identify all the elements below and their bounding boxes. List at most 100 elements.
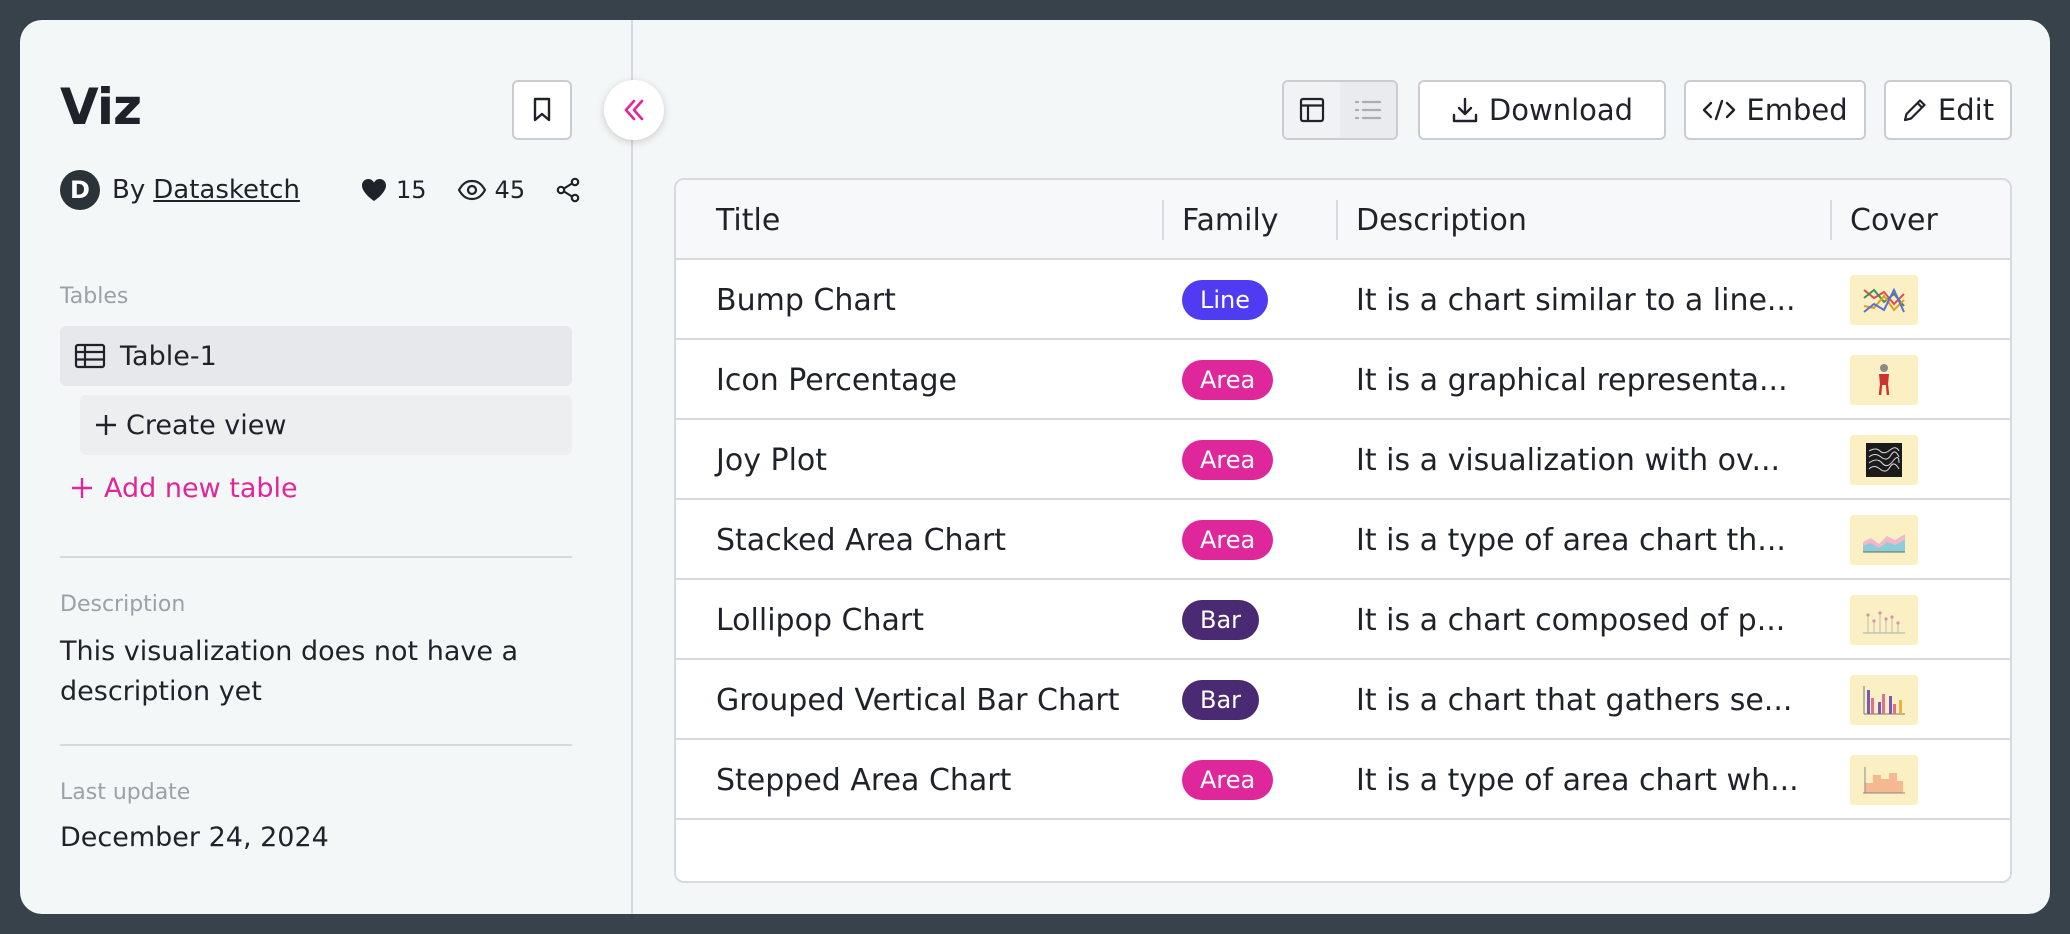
author-link[interactable]: Datasketch <box>153 175 300 205</box>
collapse-sidebar-button[interactable] <box>604 80 664 140</box>
cell-title: Stepped Area Chart <box>716 762 1012 798</box>
cover-thumbnail[interactable] <box>1850 515 1918 565</box>
cover-thumbnail[interactable] <box>1850 755 1918 805</box>
create-view-button[interactable]: Create view <box>80 395 572 455</box>
cell-description: It is a chart composed of p... <box>1356 602 1786 638</box>
plus-icon <box>72 478 92 498</box>
table-view-button[interactable] <box>1284 82 1340 138</box>
like-button[interactable]: 15 <box>360 176 427 204</box>
stats-row: 15 45 <box>360 170 581 210</box>
heart-icon <box>362 179 386 201</box>
table-row[interactable]: Icon Percentage Area It is a graphical r… <box>676 340 2010 420</box>
views-stat: 45 <box>457 176 526 204</box>
table-row[interactable]: Grouped Vertical Bar Chart Bar It is a c… <box>676 660 2010 740</box>
edit-label: Edit <box>1937 93 1995 127</box>
eye-icon <box>457 179 486 201</box>
family-badge: Bar <box>1182 600 1260 640</box>
column-header-family[interactable]: Family <box>1182 180 1279 260</box>
column-resize-handle[interactable] <box>1336 200 1338 240</box>
sidebar-item-table-1[interactable]: Table-1 <box>60 326 572 386</box>
cover-thumbnail[interactable] <box>1850 435 1918 485</box>
family-badge: Area <box>1182 760 1274 800</box>
stacked-area-thumbnail-image <box>1863 534 1905 553</box>
app-window: Viz D By Datasketch 15 45 Tables Table-1… <box>20 20 2050 914</box>
cell-title: Grouped Vertical Bar Chart <box>716 682 1120 718</box>
table-row[interactable]: Stacked Area Chart Area It is a type of … <box>676 500 2010 580</box>
avatar: D <box>60 170 100 210</box>
chevrons-left-icon <box>624 99 644 121</box>
column-header-description[interactable]: Description <box>1356 180 1527 260</box>
code-icon <box>1703 99 1736 121</box>
description-text: This visualization does not have a descr… <box>60 636 519 707</box>
cell-title: Bump Chart <box>716 282 896 318</box>
column-resize-handle[interactable] <box>1162 200 1164 240</box>
cover-thumbnail[interactable] <box>1850 275 1918 325</box>
table-row[interactable]: Stepped Area Chart Area It is a type of … <box>676 740 2010 820</box>
cell-description: It is a chart that gathers se... <box>1356 682 1793 718</box>
cover-thumbnail[interactable] <box>1850 595 1918 645</box>
cell-description: It is a graphical representa... <box>1356 362 1788 398</box>
family-badge: Area <box>1182 440 1274 480</box>
author-row: D By Datasketch <box>60 170 300 210</box>
create-view-label: Create view <box>126 409 287 441</box>
bookmark-icon <box>533 97 551 122</box>
table-icon <box>74 343 106 369</box>
lollipop-thumbnail-image <box>1863 611 1905 634</box>
list-view-button[interactable] <box>1340 82 1396 138</box>
bookmark-button[interactable] <box>512 80 572 140</box>
cell-title: Icon Percentage <box>716 362 958 398</box>
share-button[interactable] <box>555 177 581 203</box>
column-header-cover[interactable]: Cover <box>1850 180 1938 260</box>
family-badge: Bar <box>1182 680 1260 720</box>
divider <box>60 744 572 746</box>
download-button[interactable]: Download <box>1418 80 1666 140</box>
cover-thumbnail[interactable] <box>1850 355 1918 405</box>
download-label: Download <box>1488 93 1634 127</box>
last-update-label: Last update <box>60 780 191 805</box>
data-table: Title Family Description Cover Bump Char… <box>674 178 2012 883</box>
table-row[interactable]: Bump Chart Line It is a chart similar to… <box>676 260 2010 340</box>
stepped-area-thumbnail-image <box>1863 767 1905 794</box>
edit-button[interactable]: Edit <box>1884 80 2012 140</box>
divider <box>60 556 572 558</box>
last-update-value: December 24, 2024 <box>60 822 329 853</box>
table-row[interactable]: Joy Plot Area It is a visualization with… <box>676 420 2010 500</box>
by-label: By <box>112 175 146 205</box>
table-header: Title Family Description Cover <box>676 180 2010 260</box>
column-header-title[interactable]: Title <box>716 180 780 260</box>
likes-count: 15 <box>396 176 427 204</box>
cell-description: It is a type of area chart th... <box>1356 522 1786 558</box>
description-label: Description <box>60 592 186 617</box>
bump-chart-thumbnail-image <box>1863 287 1905 313</box>
table-item-label: Table-1 <box>120 340 217 372</box>
share-icon <box>556 177 580 203</box>
family-badge: Area <box>1182 520 1274 560</box>
add-table-button[interactable]: Add new table <box>70 468 298 508</box>
table-row[interactable]: Lollipop Chart Bar It is a chart compose… <box>676 580 2010 660</box>
page-title: Viz <box>60 78 142 136</box>
cell-title: Lollipop Chart <box>716 602 924 638</box>
cell-description: It is a type of area chart wh... <box>1356 762 1799 798</box>
add-table-label: Add new table <box>104 472 298 504</box>
cell-title: Joy Plot <box>716 442 828 478</box>
column-resize-handle[interactable] <box>1830 200 1832 240</box>
list-icon <box>1354 100 1382 120</box>
plus-icon <box>96 415 116 435</box>
sidebar: Viz D By Datasketch 15 45 Tables Table-1… <box>20 20 633 914</box>
tables-label: Tables <box>60 284 129 309</box>
view-toggle <box>1282 80 1398 140</box>
joy-plot-thumbnail-image <box>1866 443 1902 477</box>
table-view-icon <box>1299 97 1325 123</box>
embed-label: Embed <box>1746 93 1848 127</box>
download-icon <box>1452 97 1478 123</box>
cover-thumbnail[interactable] <box>1850 675 1918 725</box>
cell-description: It is a visualization with ov... <box>1356 442 1781 478</box>
cell-title: Stacked Area Chart <box>716 522 1007 558</box>
person-icon <box>1878 364 1890 396</box>
family-badge: Line <box>1182 280 1269 320</box>
cell-description: It is a chart similar to a line... <box>1356 282 1796 318</box>
grouped-bar-thumbnail-image <box>1863 686 1905 715</box>
family-badge: Area <box>1182 360 1274 400</box>
views-count: 45 <box>494 176 526 204</box>
embed-button[interactable]: Embed <box>1684 80 1866 140</box>
